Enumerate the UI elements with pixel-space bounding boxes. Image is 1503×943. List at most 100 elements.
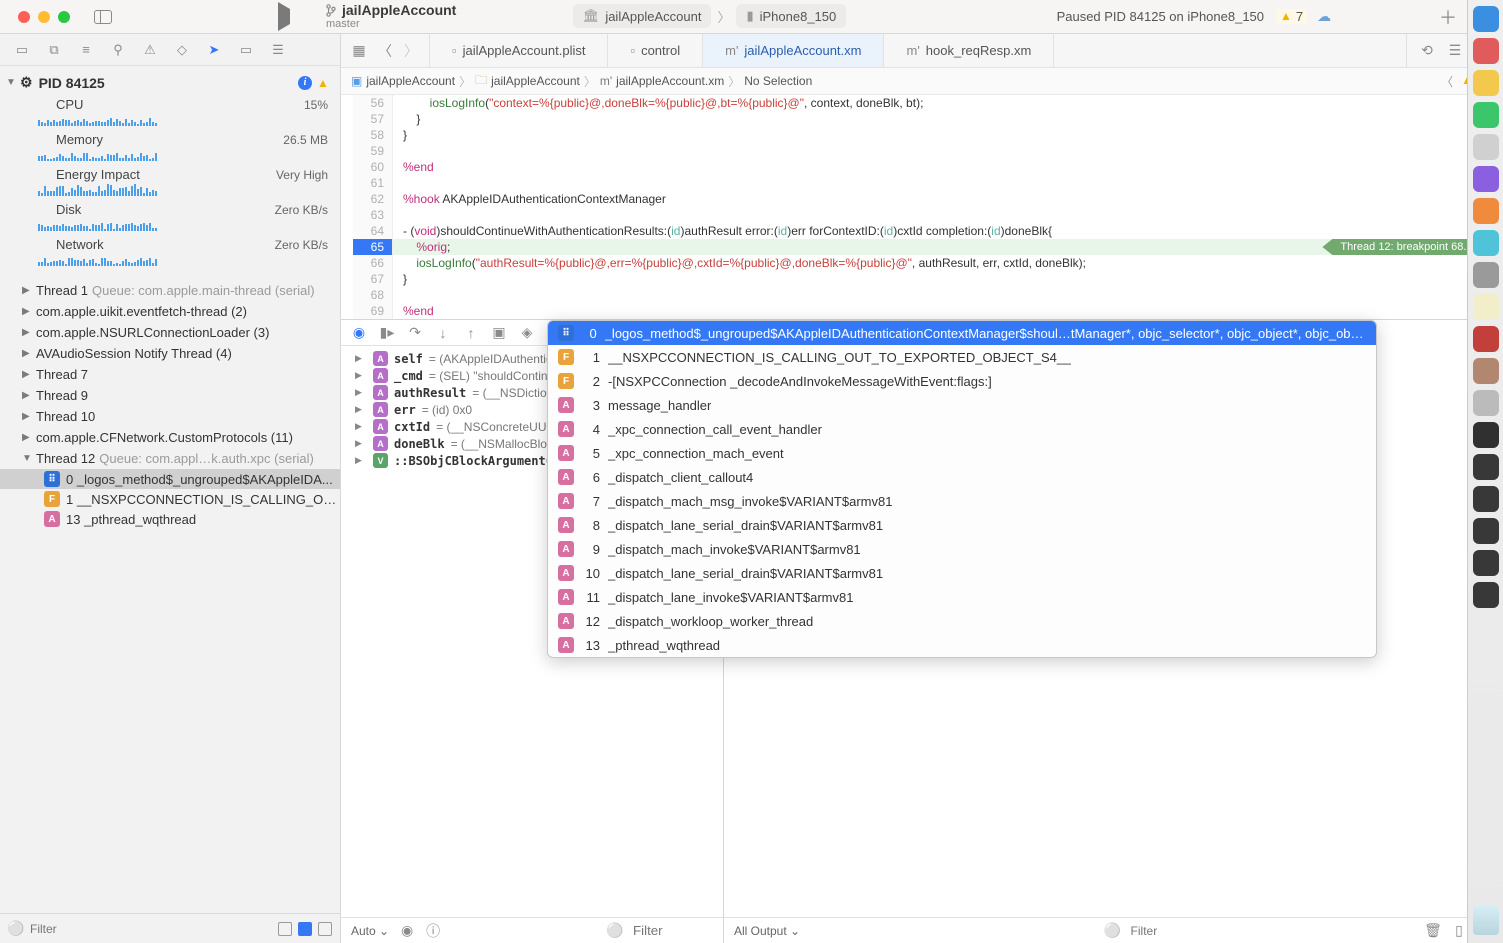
editor-tab[interactable]: m'jailAppleAccount.xm <box>703 34 884 67</box>
new-tab-button[interactable]: ＋ <box>1425 4 1471 30</box>
thread-row[interactable]: ▶com.apple.uikit.eventfetch-thread (2) <box>0 301 340 322</box>
code-line[interactable]: 61 <box>341 175 1503 191</box>
jumpbar-folder[interactable]: jailAppleAccount <box>491 74 580 88</box>
code-line[interactable]: 58} <box>341 127 1503 143</box>
stack-popup-item[interactable]: F2-[NSXPCConnection _decodeAndInvokeMess… <box>548 369 1376 393</box>
step-into-icon[interactable]: ↓ <box>435 325 451 341</box>
nav-breakpoints-icon[interactable]: ▭ <box>238 42 254 58</box>
process-header[interactable]: ▼ ⚙ PID 84125 i ▲ <box>0 70 340 95</box>
code-line[interactable]: 65 %orig;Thread 12: breakpoint 68.1 (1) <box>341 239 1503 255</box>
thread-row[interactable]: ▶Thread 10 <box>0 406 340 427</box>
stack-frame-item[interactable]: F1 __NSXPCCONNECTION_IS_CALLING_OUT... <box>0 489 340 509</box>
code-line[interactable]: 66 iosLogInfo("authResult=%{public}@,err… <box>341 255 1503 271</box>
stack-popup-item[interactable]: A4_xpc_connection_call_event_handler <box>548 417 1376 441</box>
code-line[interactable]: 60%end <box>341 159 1503 175</box>
dock-app-icon[interactable] <box>1473 518 1499 544</box>
editor-options-icon[interactable]: ☰ <box>1447 43 1463 59</box>
project-selector[interactable]: jailAppleAccount master <box>326 3 456 30</box>
stack-popup-item[interactable]: A5_xpc_connection_mach_event <box>548 441 1376 465</box>
stack-popup-item[interactable]: A13_pthread_wqthread <box>548 633 1376 657</box>
stack-popup-item[interactable]: A7_dispatch_mach_msg_invoke$VARIANT$armv… <box>548 489 1376 513</box>
dock-app-icon[interactable] <box>1473 134 1499 160</box>
related-items-icon[interactable]: ▦ <box>351 43 367 59</box>
code-line[interactable]: 63 <box>341 207 1503 223</box>
editor-tab[interactable]: ▫control <box>608 34 703 67</box>
thread-row[interactable]: ▶Thread 7 <box>0 364 340 385</box>
nav-reports-icon[interactable]: ☰ <box>270 42 286 58</box>
scheme-device[interactable]: ▮ iPhone8_150 <box>736 4 846 28</box>
jumpbar-file[interactable]: jailAppleAccount.xm <box>616 74 724 88</box>
nav-issues-icon[interactable]: ⚠ <box>142 42 158 58</box>
dock-app-icon[interactable] <box>1473 550 1499 576</box>
reload-icon[interactable]: ⟲ <box>1419 43 1435 59</box>
info-badge-icon[interactable]: i <box>298 76 312 90</box>
stop-button[interactable] <box>242 9 256 23</box>
stack-popup-item[interactable]: A3message_handler <box>548 393 1376 417</box>
code-line[interactable]: 59 <box>341 143 1503 159</box>
dock-trash-icon[interactable] <box>1473 905 1499 935</box>
console-output-selector[interactable]: All Output ⌄ <box>734 924 800 938</box>
dock-app-icon[interactable] <box>1473 198 1499 224</box>
gauge-memory[interactable]: Memory26.5 MB <box>0 130 340 165</box>
dock-app-icon[interactable] <box>1473 230 1499 256</box>
thread-row[interactable]: ▶Thread 1Queue: com.apple.main-thread (s… <box>0 280 340 301</box>
stack-frame-popup[interactable]: ⠿0_logos_method$_ungrouped$AKAppleIDAuth… <box>547 320 1377 658</box>
stack-popup-item[interactable]: A10_dispatch_lane_serial_drain$VARIANT$a… <box>548 561 1376 585</box>
window-close-button[interactable] <box>18 11 30 23</box>
dock-app-icon[interactable] <box>1473 70 1499 96</box>
run-button[interactable] <box>278 9 292 23</box>
debug-view-icon[interactable]: ▣ <box>491 325 507 341</box>
stack-popup-item[interactable]: ⠿0_logos_method$_ungrouped$AKAppleIDAuth… <box>548 321 1376 345</box>
console-filter-icon[interactable]: ⚪ <box>1105 923 1121 939</box>
thread-row[interactable]: ▼Thread 12Queue: com.appl…k.auth.xpc (se… <box>0 448 340 469</box>
window-minimize-button[interactable] <box>38 11 50 23</box>
left-panel-toggle-icon[interactable] <box>94 10 112 24</box>
code-line[interactable]: 64- (void)shouldContinueWithAuthenticati… <box>341 223 1503 239</box>
code-line[interactable]: 69%end <box>341 303 1503 319</box>
vars-filter-icon[interactable]: ⚪ <box>607 923 623 939</box>
thread-row[interactable]: ▶com.apple.NSURLConnectionLoader (3) <box>0 322 340 343</box>
filter-icon[interactable]: ⚪ <box>8 921 24 937</box>
nav-find-icon[interactable]: ⚲ <box>110 42 126 58</box>
filter-opt-3[interactable] <box>318 922 332 936</box>
gauge-network[interactable]: NetworkZero KB/s <box>0 235 340 270</box>
code-line[interactable]: 68 <box>341 287 1503 303</box>
dock-app-icon[interactable] <box>1473 166 1499 192</box>
filter-opt-2[interactable] <box>298 922 312 936</box>
stack-frame-item[interactable]: A13 _pthread_wqthread <box>0 509 340 529</box>
warnings-indicator[interactable]: ▲ 7 <box>1276 9 1307 24</box>
jumpbar-project[interactable]: jailAppleAccount <box>366 74 455 88</box>
code-line[interactable]: 57 } <box>341 111 1503 127</box>
gauge-disk[interactable]: DiskZero KB/s <box>0 200 340 235</box>
stack-frame-item[interactable]: ⠿0 _logos_method$_ungrouped$AKAppleIDA..… <box>0 469 340 489</box>
continue-icon[interactable]: ▮▸ <box>379 325 395 341</box>
stack-popup-item[interactable]: A9_dispatch_mach_invoke$VARIANT$armv81 <box>548 537 1376 561</box>
gauge-energy-impact[interactable]: Energy ImpactVery High <box>0 165 340 200</box>
stack-popup-item[interactable]: A6_dispatch_client_callout4 <box>548 465 1376 489</box>
stack-popup-item[interactable]: A8_dispatch_lane_serial_drain$VARIANT$ar… <box>548 513 1376 537</box>
editor-tab[interactable]: m'hook_reqResp.xm <box>884 34 1054 67</box>
stack-popup-item[interactable]: F1__NSXPCCONNECTION_IS_CALLING_OUT_TO_EX… <box>548 345 1376 369</box>
dock-app-icon[interactable] <box>1473 294 1499 320</box>
vars-filter-input[interactable] <box>633 923 713 938</box>
dock-app-icon[interactable] <box>1473 102 1499 128</box>
nav-forward-icon[interactable]: 〉 <box>403 43 419 59</box>
code-line[interactable]: 56 iosLogInfo("context=%{public}@,doneBl… <box>341 95 1503 111</box>
nav-symbols-icon[interactable]: ≡ <box>78 42 94 58</box>
code-line[interactable]: 62%hook AKAppleIDAuthenticationContextMa… <box>341 191 1503 207</box>
dock-app-icon[interactable] <box>1473 262 1499 288</box>
dock-app-icon[interactable] <box>1473 6 1499 32</box>
thread-row[interactable]: ▶com.apple.CFNetwork.CustomProtocols (11… <box>0 427 340 448</box>
step-out-icon[interactable]: ↑ <box>463 325 479 341</box>
dock-app-icon[interactable] <box>1473 422 1499 448</box>
vars-view-icon[interactable]: ◉ <box>399 923 415 939</box>
editor-tab[interactable]: ▫jailAppleAccount.plist <box>430 34 608 67</box>
console-split-1-icon[interactable]: ▯ <box>1451 923 1467 939</box>
dock-app-icon[interactable] <box>1473 582 1499 608</box>
nav-files-icon[interactable]: ▭ <box>14 42 30 58</box>
filter-opt-1[interactable] <box>278 922 292 936</box>
jump-prev-icon[interactable]: 〈 <box>1441 73 1453 90</box>
debug-toggle-icon[interactable]: ◉ <box>351 325 367 341</box>
dock-app-icon[interactable] <box>1473 358 1499 384</box>
warning-badge-icon[interactable]: ▲ <box>316 76 330 90</box>
